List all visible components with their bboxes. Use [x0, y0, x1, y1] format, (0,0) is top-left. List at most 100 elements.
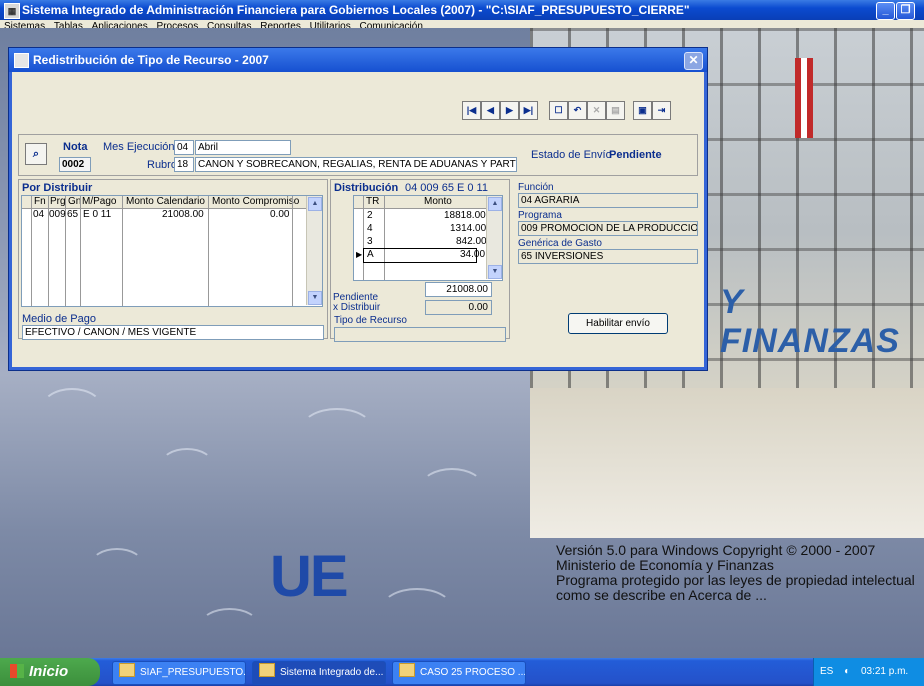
col-calendario: Monto Calendario: [126, 196, 205, 207]
first-record-icon[interactable]: |◀: [462, 101, 481, 120]
grid-divider: [363, 196, 364, 280]
grid-divider: [384, 196, 385, 280]
swirl-decoration: [40, 388, 104, 432]
next-record-icon[interactable]: ▶: [500, 101, 519, 120]
new-record-icon[interactable]: ☐: [549, 101, 568, 120]
generica-value: 65 INVERSIONES: [518, 249, 698, 264]
start-label: Inicio: [29, 663, 69, 680]
swirl-decoration: [90, 548, 144, 582]
copy-icon[interactable]: ▤: [606, 101, 625, 120]
cell-monto[interactable]: 34.00: [460, 249, 485, 261]
tipo-recurso-label: Tipo de Recurso: [334, 315, 407, 326]
version-line: Versión 5.0 para Windows Copyright © 200…: [556, 542, 876, 558]
folder-icon: [119, 663, 135, 677]
cell-calendario: 21008.00: [162, 209, 204, 220]
x-distribuir-label: x Distribuir: [333, 302, 381, 313]
nota-value: 0002: [59, 157, 91, 172]
total-monto: 21008.00: [425, 282, 492, 297]
clock[interactable]: 03:21 p.m.: [861, 666, 908, 677]
windows-logo-icon: [10, 664, 24, 678]
cell-monto: 842.00: [456, 236, 487, 247]
distribucion-grid: TR Monto 2 18818.00 4 1314.00 3 842.00 ▶…: [353, 195, 503, 281]
swirl-decoration: [300, 408, 374, 452]
row-pointer-icon: ▶: [356, 250, 363, 259]
scroll-up-icon[interactable]: ▲: [308, 197, 322, 211]
scroll-down-icon[interactable]: ▼: [308, 291, 322, 305]
grid-header: TR Monto: [354, 196, 486, 209]
por-distribuir-grid: Fn Prg Gn M/Pago Monto Calendario Monto …: [21, 195, 323, 307]
table-row-selected[interactable]: ▶ A 34.00: [356, 248, 485, 263]
close-icon[interactable]: ✕: [684, 52, 703, 70]
distribucion-panel: Distribución 04 009 65 E 0 11 TR Monto 2…: [330, 179, 510, 342]
cell-mpago: E 0 11: [83, 209, 112, 220]
app-title: Sistema Integrado de Administración Fina…: [22, 3, 690, 17]
mes-label: Mes Ejecución: [103, 141, 175, 153]
scroll-up-icon[interactable]: ▲: [488, 197, 502, 211]
flag-image: [795, 58, 813, 138]
distribucion-code: 04 009 65 E 0 11: [405, 182, 488, 194]
redistribucion-dialog: Redistribución de Tipo de Recurso - 2007…: [8, 47, 708, 371]
task-sistema-integrado[interactable]: Sistema Integrado de...: [252, 661, 386, 685]
taskbar: Inicio SIAF_PRESUPUESTO... Sistema Integ…: [0, 658, 924, 686]
task-siaf-presupuesto[interactable]: SIAF_PRESUPUESTO...: [112, 661, 246, 685]
medio-pago-value: EFECTIVO / CANON / MES VIGENTE: [22, 325, 324, 340]
grid-divider: [292, 196, 293, 306]
cell-gn: 65: [67, 209, 79, 220]
scroll-down-icon[interactable]: ▼: [488, 265, 502, 279]
undo-icon[interactable]: ↶: [568, 101, 587, 120]
rubro-label: Rubro: [147, 159, 177, 171]
distribucion-title: Distribución: [334, 182, 399, 194]
binoculars-icon[interactable]: ⌕: [25, 143, 47, 165]
estado-label: Estado de Envío: [531, 149, 612, 161]
col-tr: TR: [366, 196, 380, 207]
save-icon[interactable]: ▣: [633, 101, 652, 120]
vertical-scrollbar[interactable]: ▲ ▼: [486, 196, 502, 279]
dialog-icon: [14, 53, 29, 68]
exit-icon[interactable]: ⇥: [652, 101, 671, 120]
delete-icon[interactable]: ✕: [587, 101, 606, 120]
cell-monto: 18818.00: [444, 210, 486, 221]
cell-tr: A: [367, 249, 374, 260]
minimize-icon[interactable]: _: [876, 2, 895, 20]
mes-num[interactable]: 04: [174, 140, 194, 155]
start-button[interactable]: Inicio: [0, 658, 100, 686]
version-line: como se describe en Acerca de ...: [556, 587, 767, 603]
last-record-icon[interactable]: ▶|: [519, 101, 538, 120]
col-prg: Prg: [50, 196, 66, 207]
rubro-num[interactable]: 18: [174, 157, 194, 172]
medio-pago-label: Medio de Pago: [22, 313, 96, 325]
cell-monto: 1314.00: [450, 223, 487, 234]
swirl-decoration: [380, 588, 454, 632]
app-icon: ▦: [4, 3, 20, 19]
cell-tr: 4: [367, 223, 373, 234]
maximize-icon[interactable]: ❐: [896, 2, 915, 20]
dialog-body: |◀ ◀ ▶ ▶| ☐ ↶ ✕ ▤ ▣ ⇥ ⌕ Nota 0002 Mes Ej…: [12, 72, 704, 367]
task-label: CASO 25 PROCESO ...: [420, 667, 526, 678]
grid-divider: [208, 196, 209, 306]
col-monto: Monto: [424, 196, 452, 207]
grid-divider: [31, 196, 32, 306]
document-icon: [399, 663, 415, 677]
task-caso-25[interactable]: CASO 25 PROCESO ...: [392, 661, 526, 685]
cell-fn: 04: [33, 209, 45, 220]
vertical-scrollbar[interactable]: ▲ ▼: [306, 196, 322, 305]
network-icon[interactable]: ◐: [844, 666, 850, 677]
col-mpago: M/Pago: [82, 196, 117, 207]
language-indicator[interactable]: ES: [820, 666, 833, 677]
rubro-name: CANON Y SOBRECANON, REGALIAS, RENTA DE A…: [195, 157, 517, 172]
cell-prg: 009: [49, 209, 66, 220]
generica-label: Genérica de Gasto: [518, 238, 602, 249]
swirl-decoration: [160, 448, 214, 482]
dialog-title: Redistribución de Tipo de Recurso - 2007: [33, 53, 269, 67]
habilitar-envio-button[interactable]: Habilitar envío: [568, 313, 668, 334]
programa-value: 009 PROMOCION DE LA PRODUCCION: [518, 221, 698, 236]
mes-name: Abril: [195, 140, 291, 155]
swirl-decoration: [420, 468, 484, 507]
previous-record-icon[interactable]: ◀: [481, 101, 500, 120]
version-info: Versión 5.0 para Windows Copyright © 200…: [556, 543, 915, 603]
system-tray: ES ◐ 03:21 p.m.: [813, 658, 924, 686]
col-fn: Fn: [34, 196, 46, 207]
grid-divider: [122, 196, 123, 306]
app-title-bar: ▦ Sistema Integrado de Administración Fi…: [0, 0, 924, 20]
app-icon: [259, 663, 275, 677]
